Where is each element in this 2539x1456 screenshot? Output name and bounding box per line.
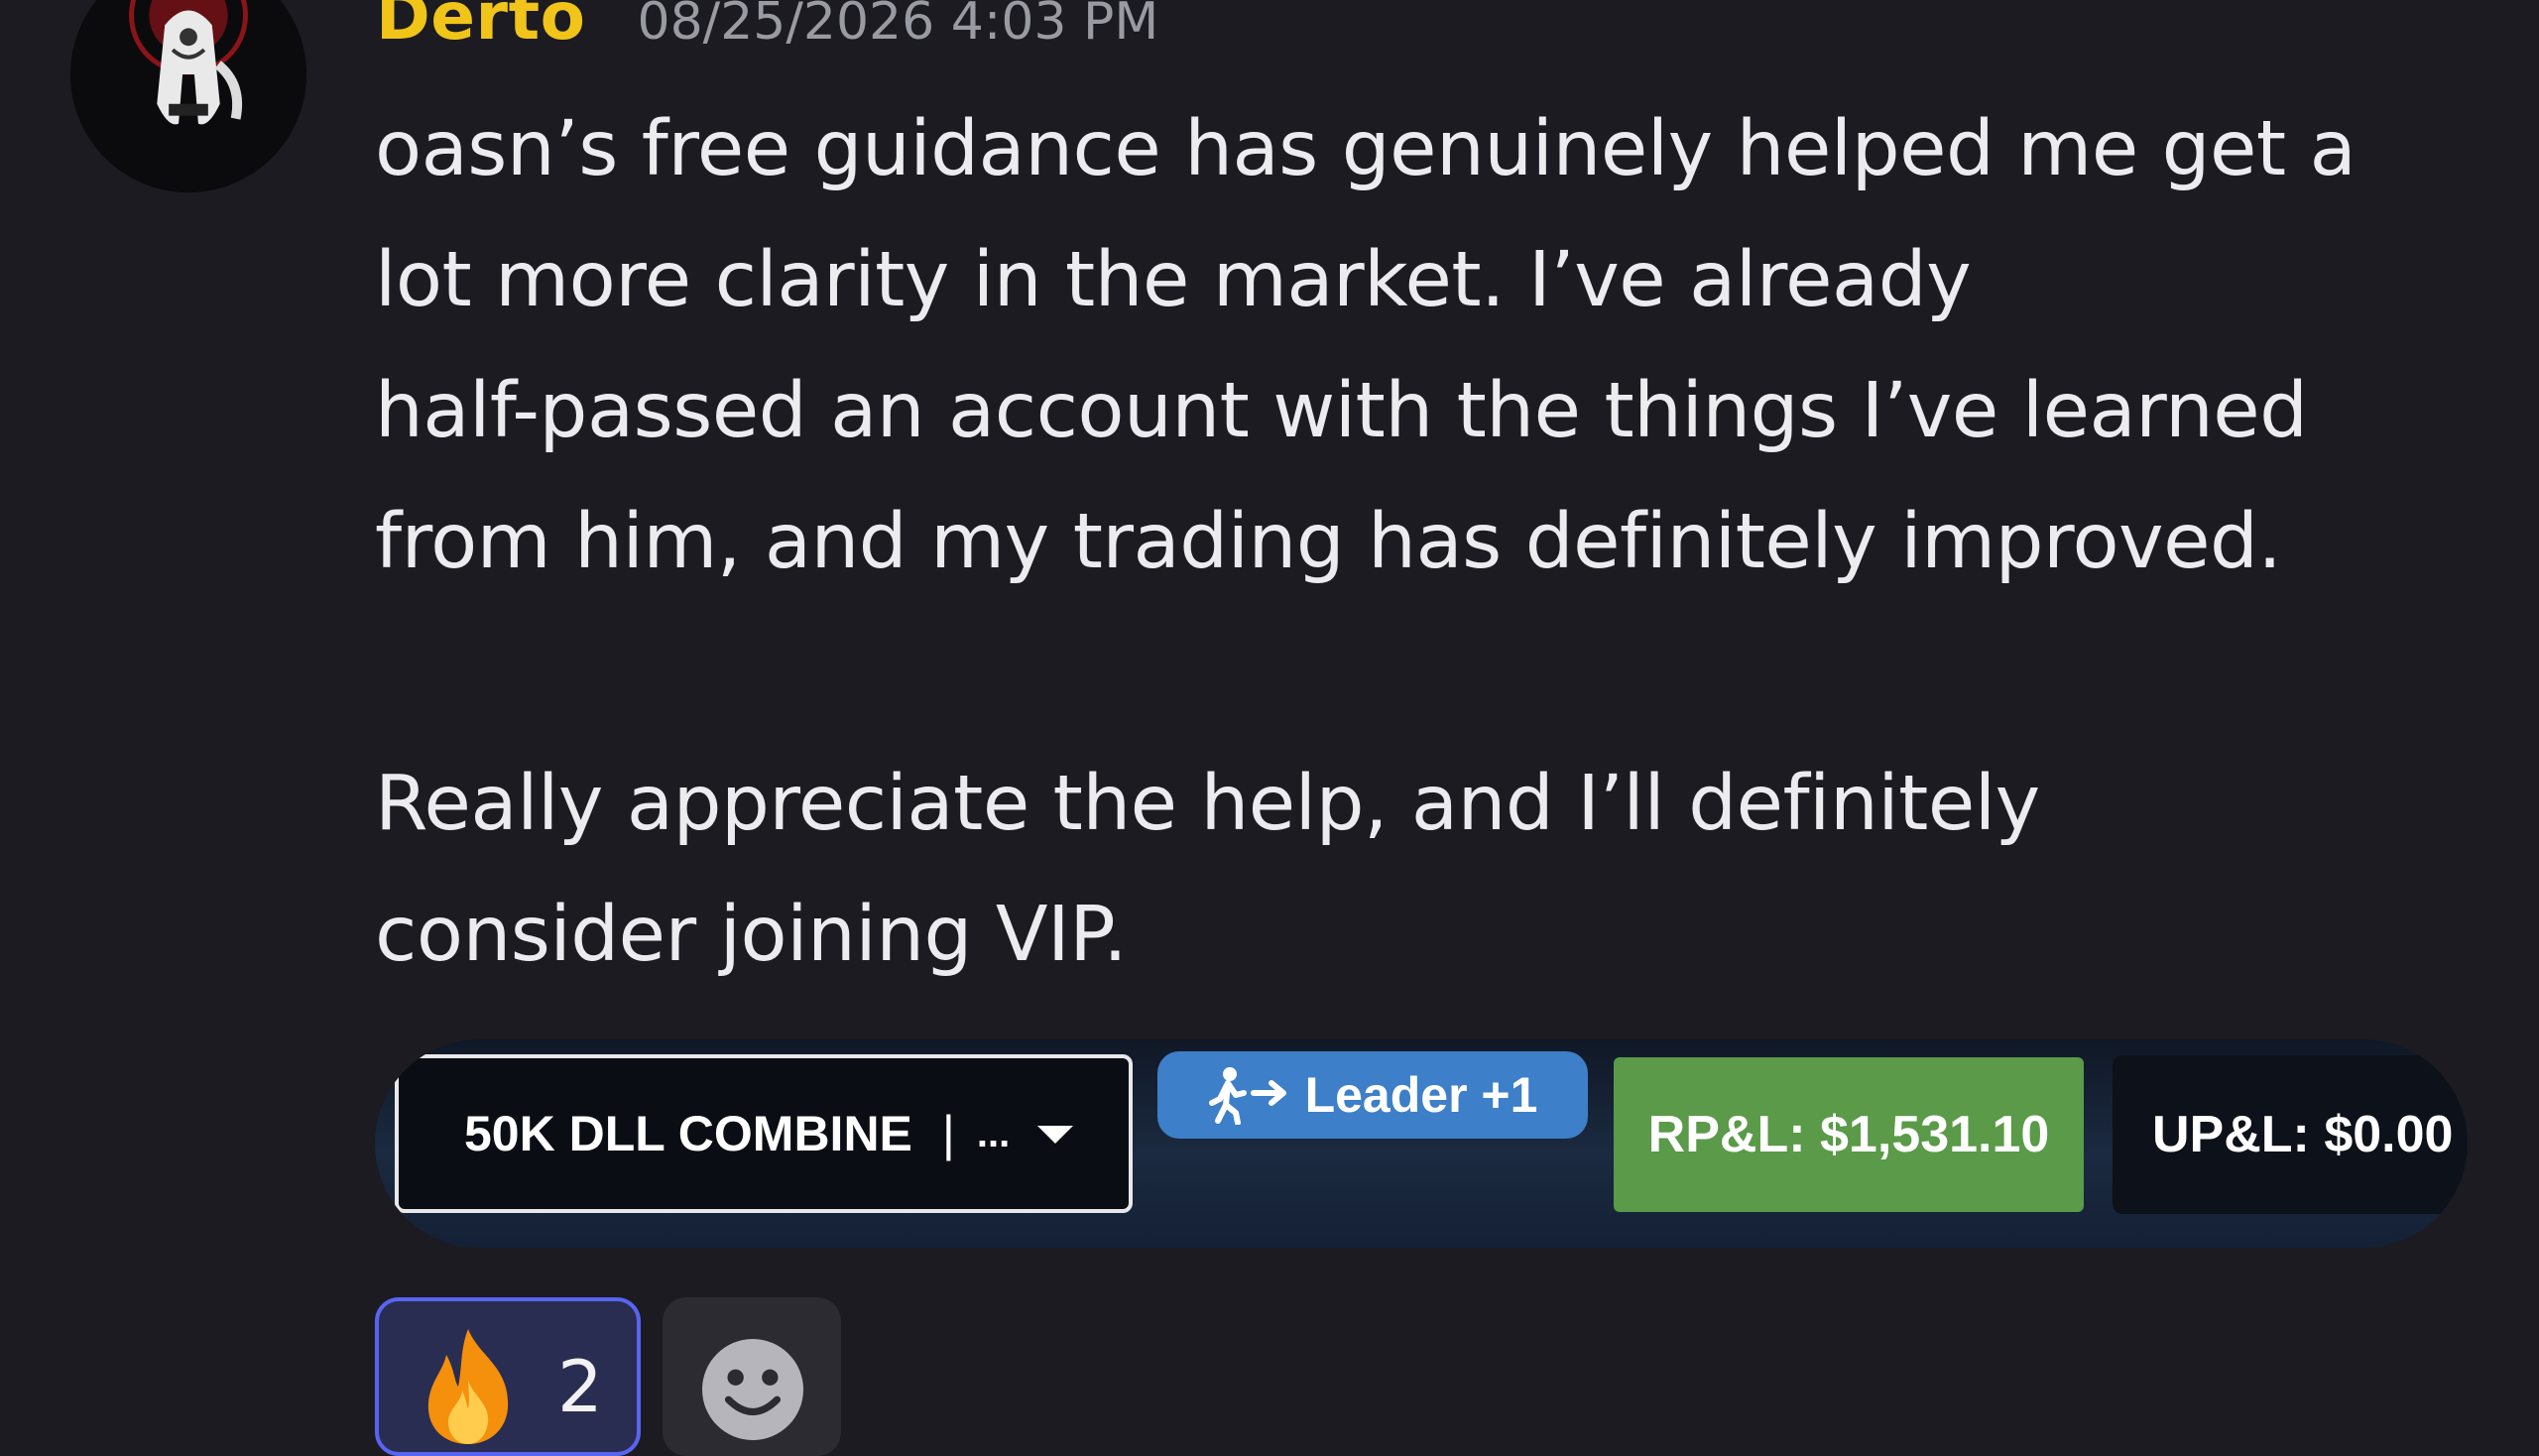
- smiley-icon: [702, 1339, 803, 1440]
- unrealized-pnl-badge: UP&L: $0.00: [2113, 1055, 2468, 1214]
- message-content: oasn’s free guidance has genuinely helpe…: [375, 84, 2438, 1001]
- follow-leader-icon: [1208, 1067, 1286, 1125]
- trading-widget-image[interactable]: 50K DLL COMBINE | ... Leader +1 RP&L: $1…: [375, 1039, 2468, 1248]
- message-line: lot more clarity in the market. I’ve alr…: [375, 236, 1972, 324]
- account-overflow: ...: [976, 1111, 1011, 1155]
- account-separator: |: [941, 1106, 955, 1161]
- message-header: Derto 08/25/2026 4:03 PM: [376, 0, 1158, 58]
- account-label: 50K DLL COMBINE: [464, 1106, 912, 1161]
- rpl-label: RP&L: $1,531.10: [1647, 1106, 2050, 1163]
- message-line: oasn’s free guidance has genuinely helpe…: [375, 105, 2357, 193]
- message-line: consider joining VIP.: [375, 891, 1128, 979]
- leader-label: Leader +1: [1304, 1067, 1538, 1123]
- message-line: Really appreciate the help, and I’ll def…: [375, 760, 2040, 848]
- chat-message: Derto 08/25/2026 4:03 PM oasn’s free gui…: [0, 0, 2539, 1456]
- paragraph-break: [375, 608, 2438, 739]
- user-avatar[interactable]: [70, 0, 306, 192]
- add-reaction-button[interactable]: [663, 1297, 841, 1456]
- leader-button[interactable]: Leader +1: [1157, 1051, 1588, 1139]
- fire-icon: [427, 1329, 509, 1444]
- caret-down-icon: [1037, 1126, 1073, 1144]
- reaction-count: 2: [557, 1345, 603, 1428]
- timestamp: 08/25/2026 4:03 PM: [637, 0, 1159, 52]
- realized-pnl-badge: RP&L: $1,531.10: [1614, 1057, 2084, 1212]
- account-dropdown[interactable]: 50K DLL COMBINE | ...: [395, 1054, 1133, 1213]
- username[interactable]: Derto: [376, 0, 586, 55]
- upl-label: UP&L: $0.00: [2152, 1106, 2454, 1163]
- message-line: half-passed an account with the things I…: [375, 367, 2308, 455]
- message-line: from him, and my trading has definitely …: [375, 498, 2282, 586]
- reaction-fire[interactable]: 2: [375, 1297, 641, 1456]
- avatar-image: [70, 0, 306, 192]
